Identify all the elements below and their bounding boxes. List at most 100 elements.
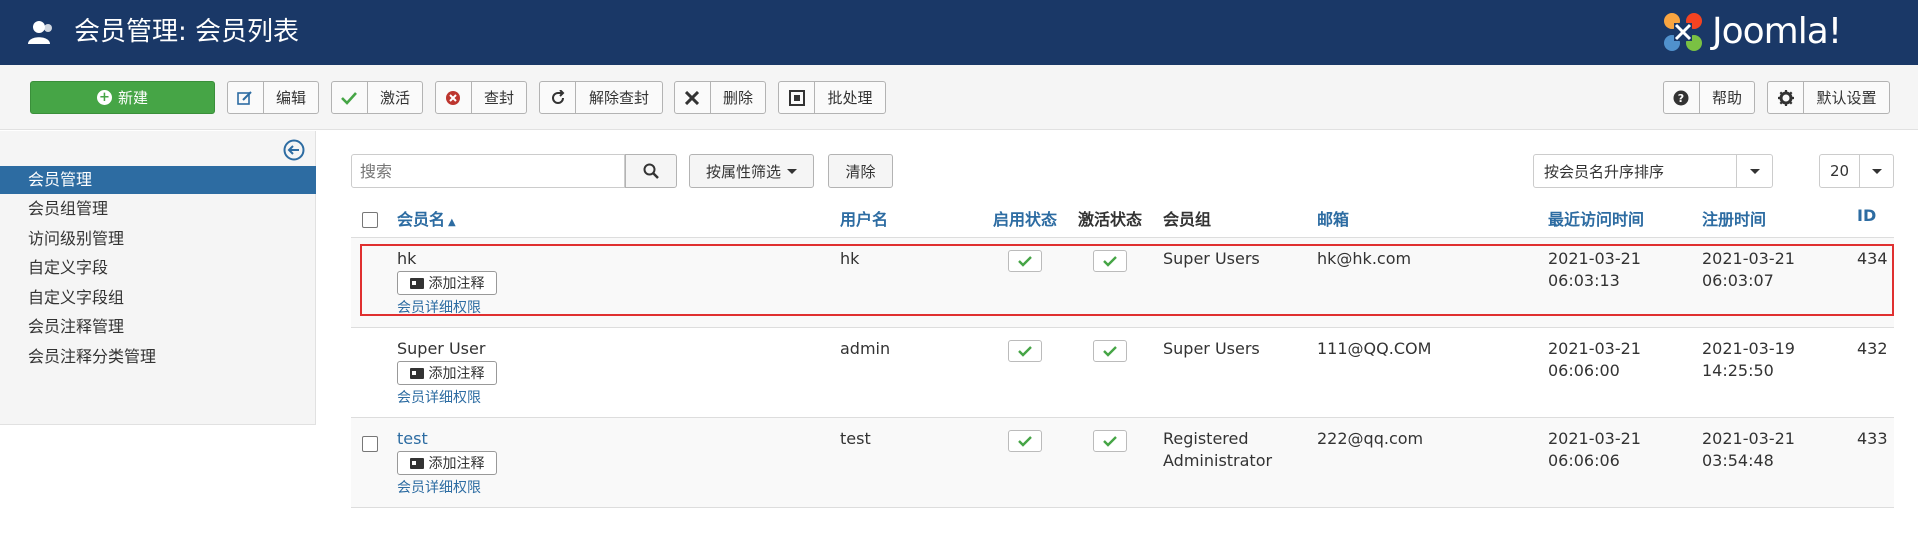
add-note-button[interactable]: 添加注释 <box>397 451 497 475</box>
sidebar-item-note-categories[interactable]: 会员注释分类管理 <box>0 343 316 371</box>
block-icon <box>436 82 472 113</box>
limit-select[interactable]: 20 <box>1819 154 1894 188</box>
user-name: hk <box>397 249 417 268</box>
activate-button-label: 激活 <box>379 89 410 107</box>
column-header-last-visit[interactable]: 最近访问时间 <box>1548 206 1644 230</box>
activated-status-toggle[interactable] <box>1093 340 1127 362</box>
sort-asc-icon: ▲ <box>448 217 456 228</box>
sidebar-item-groups[interactable]: 会员组管理 <box>0 195 316 223</box>
user-group-line2: Administrator <box>1163 451 1273 470</box>
registered-time: 14:25:50 <box>1702 361 1774 380</box>
table-row: test 添加注释 会员详细权限 test Registered Adminis… <box>351 418 1894 508</box>
activate-button[interactable]: 激活 <box>331 81 423 114</box>
user-permissions-link[interactable]: 会员详细权限 <box>397 477 481 497</box>
options-button[interactable]: 默认设置 <box>1767 81 1890 114</box>
row-checkbox[interactable] <box>362 436 378 452</box>
add-note-button[interactable]: 添加注释 <box>397 361 497 385</box>
sidebar: 会员管理 会员组管理 访问级别管理 自定义字段 自定义字段组 会员注释管理 会员… <box>0 131 316 425</box>
column-header-activated: 激活状态 <box>1078 210 1143 229</box>
checkbox-partial-icon <box>779 82 815 113</box>
column-header-enabled[interactable]: 启用状态 <box>993 206 1057 230</box>
column-header-email[interactable]: 邮箱 <box>1317 206 1349 230</box>
registered-date: 2021-03-21 <box>1702 249 1795 268</box>
user-email: hk@hk.com <box>1317 249 1412 268</box>
user-username: hk <box>840 249 860 268</box>
unblock-button[interactable]: 解除查封 <box>539 81 663 114</box>
page-title: 会员管理: 会员列表 <box>74 17 300 47</box>
table-row: hk 添加注释 会员详细权限 hk Super Users hk@hk.com … <box>351 238 1894 328</box>
unblock-button-label: 解除查封 <box>588 89 649 107</box>
registered-date: 2021-03-21 <box>1702 429 1795 448</box>
search-button[interactable] <box>625 154 677 188</box>
batch-button-label: 批处理 <box>827 89 873 107</box>
last-visit-date: 2021-03-21 <box>1548 339 1641 358</box>
check-icon <box>1018 346 1032 357</box>
logo-text: Joomla! <box>1712 11 1842 52</box>
column-header-groups: 会员组 <box>1163 210 1212 229</box>
plus-icon: + <box>96 90 112 105</box>
delete-button[interactable]: 删除 <box>674 81 766 114</box>
header-bar: 会员管理: 会员列表 Joomla! <box>0 0 1918 65</box>
add-note-button[interactable]: 添加注释 <box>397 271 497 295</box>
clear-button[interactable]: 清除 <box>828 154 893 188</box>
user-permissions-link[interactable]: 会员详细权限 <box>397 387 481 407</box>
sidebar-item-access-levels[interactable]: 访问级别管理 <box>0 225 316 253</box>
sidebar-item-fields[interactable]: 自定义字段 <box>0 254 316 282</box>
check-icon <box>1018 436 1032 447</box>
user-name-link[interactable]: test <box>397 428 428 450</box>
sort-select[interactable]: 按会员名升序排序 <box>1533 154 1773 188</box>
joomla-logo-icon <box>1664 13 1702 51</box>
new-button[interactable]: + 新建 <box>30 81 215 114</box>
enabled-status-toggle[interactable] <box>1008 340 1042 362</box>
id-card-icon <box>409 277 424 289</box>
block-button-label: 查封 <box>483 89 514 107</box>
block-button[interactable]: 查封 <box>435 81 527 114</box>
caret-down-icon <box>1871 168 1882 174</box>
batch-button[interactable]: 批处理 <box>778 81 886 114</box>
joomla-logo[interactable]: Joomla! <box>1660 9 1890 59</box>
activated-status-toggle[interactable] <box>1093 250 1127 272</box>
enabled-status-toggle[interactable] <box>1008 250 1042 272</box>
sidebar-item-users[interactable]: 会员管理 <box>0 166 316 194</box>
table-row: Super User 添加注释 会员详细权限 admin Super Users… <box>351 328 1894 418</box>
edit-icon <box>228 82 264 113</box>
collapse-sidebar-icon[interactable] <box>283 139 305 161</box>
column-header-id[interactable]: ID <box>1857 206 1876 225</box>
sidebar-item-notes[interactable]: 会员注释管理 <box>0 313 316 341</box>
column-header-name[interactable]: 会员名 ▲ <box>397 206 456 230</box>
user-id: 434 <box>1857 249 1888 268</box>
options-button-label: 默认设置 <box>1816 89 1877 107</box>
question-icon: ? <box>1664 82 1700 113</box>
help-button-label: 帮助 <box>1711 89 1742 107</box>
check-icon <box>1103 436 1117 447</box>
user-username: admin <box>840 339 891 358</box>
filter-options-button[interactable]: 按属性筛选 <box>689 154 814 188</box>
delete-button-label: 删除 <box>722 89 753 107</box>
select-all-checkbox[interactable] <box>362 212 378 228</box>
users-icon <box>28 21 52 44</box>
user-permissions-link[interactable]: 会员详细权限 <box>397 297 481 317</box>
limit-select-value: 20 <box>1830 162 1850 180</box>
id-card-icon <box>409 457 424 469</box>
caret-down-icon <box>1749 168 1760 174</box>
last-visit-time: 06:06:00 <box>1548 361 1620 380</box>
user-email: 111@QQ.COM <box>1317 339 1432 358</box>
svg-text:?: ? <box>1678 92 1684 105</box>
caret-down-icon <box>787 168 797 174</box>
sidebar-item-field-groups[interactable]: 自定义字段组 <box>0 284 316 312</box>
column-header-username[interactable]: 用户名 <box>840 206 888 230</box>
registered-time: 03:54:48 <box>1702 451 1774 470</box>
edit-button[interactable]: 编辑 <box>227 81 319 114</box>
user-name: Super User <box>397 339 486 358</box>
activated-status-toggle[interactable] <box>1093 430 1127 452</box>
column-header-registered[interactable]: 注册时间 <box>1702 206 1766 230</box>
help-button[interactable]: ? 帮助 <box>1663 81 1755 114</box>
enabled-status-toggle[interactable] <box>1008 430 1042 452</box>
last-visit-time: 06:06:06 <box>1548 451 1620 470</box>
check-icon <box>1018 256 1032 267</box>
last-visit-date: 2021-03-21 <box>1548 429 1641 448</box>
new-button-label: 新建 <box>117 89 148 107</box>
check-icon <box>1103 256 1117 267</box>
user-group: Registered <box>1163 429 1249 448</box>
search-input[interactable] <box>351 154 625 188</box>
